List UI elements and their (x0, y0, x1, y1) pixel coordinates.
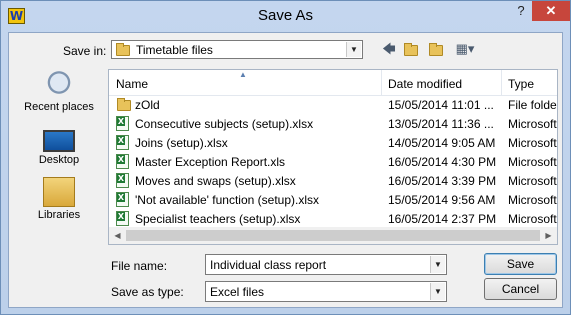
file-name-field[interactable]: Individual class report ▼ (205, 254, 447, 275)
save-in-dropdown[interactable]: Timetable files ▼ (111, 40, 363, 59)
file-type: File folder (508, 98, 558, 112)
scroll-left-icon[interactable]: ◀ (109, 227, 126, 244)
chevron-down-icon[interactable]: ▼ (430, 256, 445, 273)
column-header-type[interactable]: Type (508, 77, 534, 91)
folder-icon (429, 43, 443, 56)
scroll-right-icon[interactable]: ▶ (540, 227, 557, 244)
list-item[interactable]: Joins (setup).xlsx 14/05/2014 9:05 AM Mi… (109, 134, 557, 153)
file-name-value: Individual class report (210, 258, 327, 272)
file-date: 15/05/2014 11:01 ... (388, 98, 494, 112)
title-bar[interactable]: W Save As ? ✕ (1, 1, 570, 32)
save-as-type-dropdown[interactable]: Excel files ▼ (205, 281, 447, 302)
column-divider[interactable] (381, 70, 382, 95)
place-label: Recent places (24, 101, 94, 113)
excel-file-icon (116, 154, 129, 169)
file-name: Master Exception Report.xls (135, 155, 286, 169)
save-as-type-value: Excel files (210, 285, 265, 299)
place-label: Desktop (38, 154, 80, 166)
place-libraries[interactable]: Libraries (15, 177, 103, 221)
file-name: 'Not available' function (setup).xlsx (135, 193, 320, 207)
place-recent-places[interactable]: Recent places (15, 69, 103, 113)
horizontal-scrollbar[interactable]: ◀ ▶ (109, 227, 557, 244)
file-name: zOld (135, 98, 160, 112)
file-list: ▲ Name Date modified Type zOld 15/05/201… (108, 69, 558, 245)
file-name: Specialist teachers (setup).xlsx (135, 212, 301, 226)
column-divider[interactable] (501, 70, 502, 95)
dialog-title: Save As (257, 7, 314, 24)
file-date: 16/05/2014 2:37 PM (388, 212, 497, 226)
list-header: ▲ Name Date modified Type (109, 70, 557, 96)
save-in-label: Save in: (63, 44, 107, 58)
file-type: Microsoft (508, 155, 557, 169)
desktop-icon (43, 130, 75, 152)
list-item[interactable]: 'Not available' function (setup).xlsx 15… (109, 191, 557, 210)
dialog-client: Save in: Timetable files ▼ 🡄 ▦▾ Recent p… (8, 32, 563, 308)
file-type: Microsoft (508, 174, 557, 188)
place-label: Libraries (37, 209, 81, 221)
list-item[interactable]: zOld 15/05/2014 11:01 ... File folder (109, 96, 558, 115)
close-button[interactable]: ✕ (532, 1, 570, 21)
up-folder-icon[interactable] (402, 41, 420, 57)
place-desktop[interactable]: Desktop (15, 124, 103, 166)
column-header-name[interactable]: Name (116, 77, 148, 91)
back-arrow-icon[interactable]: 🡄 (381, 41, 397, 57)
excel-file-icon (116, 192, 129, 207)
recent-places-icon (43, 69, 75, 99)
file-date: 14/05/2014 9:05 AM (388, 136, 496, 150)
scrollbar-thumb[interactable] (126, 230, 540, 241)
excel-file-icon (116, 173, 129, 188)
file-date: 16/05/2014 4:30 PM (388, 155, 497, 169)
help-button[interactable]: ? (510, 1, 532, 21)
file-type: Microsoft (508, 193, 557, 207)
libraries-icon (43, 177, 75, 207)
list-item[interactable]: Consecutive subjects (setup).xlsx 13/05/… (109, 115, 557, 134)
chevron-down-icon[interactable]: ▼ (430, 283, 445, 300)
chevron-down-icon[interactable]: ▼ (346, 42, 361, 57)
save-button[interactable]: Save (484, 253, 557, 275)
file-date: 15/05/2014 9:56 AM (388, 193, 496, 207)
folder-icon (117, 98, 131, 111)
views-menu-icon[interactable]: ▦▾ (452, 41, 478, 57)
excel-file-icon (116, 135, 129, 150)
file-name-label: File name: (111, 259, 168, 273)
save-in-value: Timetable files (136, 43, 213, 57)
list-item[interactable]: Master Exception Report.xls 16/05/2014 4… (109, 153, 557, 172)
save-as-type-label: Save as type: (111, 285, 184, 299)
file-type: Microsoft (508, 136, 557, 150)
file-name: Moves and swaps (setup).xlsx (135, 174, 296, 188)
save-as-dialog: W Save As ? ✕ Save in: Timetable files ▼… (0, 0, 571, 315)
new-folder-icon[interactable] (427, 41, 445, 57)
excel-file-icon (116, 211, 129, 226)
cancel-button[interactable]: Cancel (484, 278, 557, 300)
file-type: Microsoft (508, 212, 557, 226)
file-type: Microsoft (508, 117, 557, 131)
folder-icon (404, 43, 418, 56)
file-date: 13/05/2014 11:36 ... (388, 117, 494, 131)
list-item[interactable]: Moves and swaps (setup).xlsx 16/05/2014 … (109, 172, 557, 191)
column-header-date[interactable]: Date modified (388, 77, 462, 91)
folder-icon (116, 43, 130, 56)
file-name: Consecutive subjects (setup).xlsx (135, 117, 314, 131)
file-date: 16/05/2014 3:39 PM (388, 174, 497, 188)
excel-file-icon (116, 116, 129, 131)
file-name: Joins (setup).xlsx (135, 136, 228, 150)
sort-ascending-icon: ▲ (239, 70, 247, 79)
